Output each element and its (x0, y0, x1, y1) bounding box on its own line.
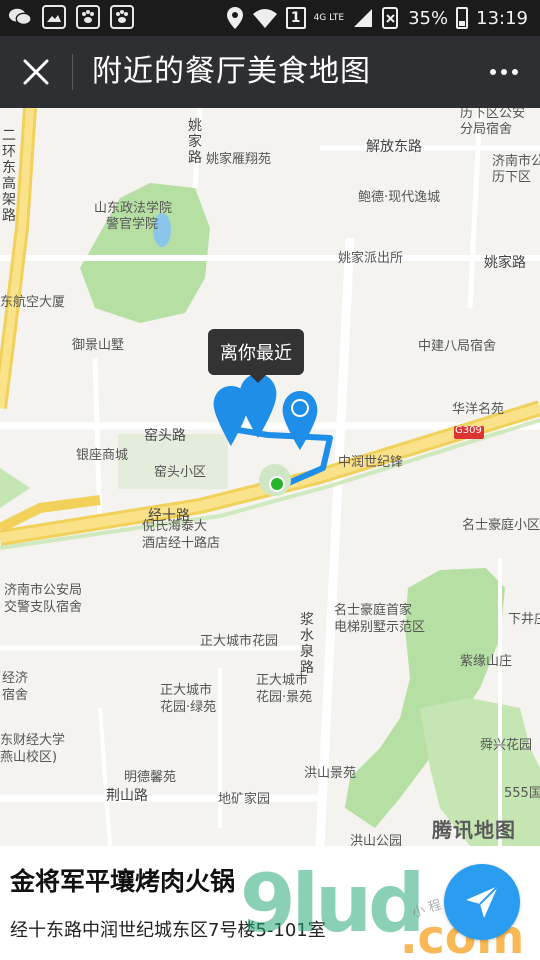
signal-icon (354, 9, 373, 27)
road-label: 姚家路 (484, 255, 526, 271)
poi-label: 正大城市花园 (200, 634, 279, 649)
poi-label: 中建八局宿舍 (418, 339, 497, 354)
poi-label: 倪氏海泰大 酒店经十路店 (142, 519, 221, 551)
poi-label: 东财经大学 燕山校区) (0, 733, 66, 765)
navigate-icon (466, 885, 499, 918)
poi-label: 中润世纪锋 (338, 455, 404, 470)
poi-label: 窑头小区 (154, 465, 207, 480)
road-label: 浆水泉路 (300, 612, 314, 676)
highway-badge: G309 (455, 425, 482, 436)
poi-label: 洪山景苑 (304, 766, 357, 781)
restaurant-name: 金将军平壤烤肉火锅 (10, 867, 236, 896)
battery-icon (456, 7, 469, 29)
road-label: 姚家路 (188, 118, 202, 166)
poi-label: 明德馨苑 (124, 770, 177, 785)
poi-label: 姚家派出所 (338, 251, 404, 266)
restaurant-address: 经十东路中润世纪城东区7号楼5-101室 (10, 920, 326, 941)
more-button[interactable] (484, 58, 524, 86)
baidu-paw-icon (76, 5, 100, 29)
no-sim-icon (382, 7, 399, 29)
poi-label: 洪山公园 (350, 834, 403, 846)
title-divider (72, 54, 73, 90)
poi-label: 姚家雁翔苑 (206, 152, 272, 167)
road-label: 解放东路 (366, 139, 422, 155)
title-bar: 附近的餐厅美食地图 (0, 36, 540, 108)
baidu-paw-icon (110, 5, 134, 29)
poi-label: 正大城市 花园·绿苑 (160, 683, 217, 715)
road-label: 窑头路 (144, 428, 186, 444)
poi-label: 下井庄 (508, 612, 540, 627)
poi-label: 华洋名苑 (452, 402, 505, 417)
poi-label: 正大城市 花园·景苑 (256, 673, 313, 705)
status-bar: 1 4G LTE 35% 13:19 (0, 0, 540, 36)
poi-label: 舜兴花园 (480, 738, 533, 753)
poi-label: 东航空大厦 (0, 295, 66, 310)
nearest-tooltip: 离你最近 (208, 329, 304, 383)
road-label: 二环东高架路 (2, 128, 16, 224)
map-view[interactable]: 离你最近 二环东高架路 解放东路 姚家路 姚家路 窑头路 经十路 浆水泉路 荆山… (0, 108, 540, 846)
poi-label: 历下区公安 分局宿舍 (460, 108, 526, 137)
poi-label: 银座商城 (76, 448, 129, 463)
poi-label: 经济 宿舍 (2, 671, 29, 703)
poi-label: 地矿家园 (218, 792, 271, 807)
poi-label: 名士豪庭小区 (462, 518, 540, 533)
sim-badge: 1 (285, 7, 306, 29)
image-icon (42, 5, 66, 29)
poi-label: 紫缘山庄 (460, 654, 513, 669)
poi-label: 济南市公安局 交警支队宿舍 (4, 583, 83, 615)
close-button[interactable] (14, 50, 58, 94)
navigate-button[interactable] (444, 864, 520, 940)
wifi-icon (252, 9, 277, 28)
map-canvas (0, 108, 540, 846)
wechat-icon (8, 5, 32, 29)
clock: 13:19 (476, 7, 528, 29)
poi-label: 山东政法学院 警官学院 (94, 201, 173, 232)
more-icon (490, 69, 496, 75)
location-icon (226, 7, 243, 29)
poi-label: 御景山墅 (72, 338, 125, 353)
map-provider-logo: 腾讯地图 (432, 818, 516, 842)
poi-label: 鲍德·现代逸城 (358, 190, 441, 205)
close-icon (23, 59, 49, 85)
page-title: 附近的餐厅美食地图 (92, 54, 371, 89)
poi-label: 名士豪庭首家 电梯别墅示范区 (334, 603, 426, 635)
network-type: 4G LTE (313, 12, 345, 23)
road-label: 荆山路 (106, 788, 148, 804)
poi-label: 济南市公 历下区 (492, 154, 540, 185)
poi-label: 555国 (504, 786, 540, 801)
battery-percent: 35% (408, 7, 449, 29)
